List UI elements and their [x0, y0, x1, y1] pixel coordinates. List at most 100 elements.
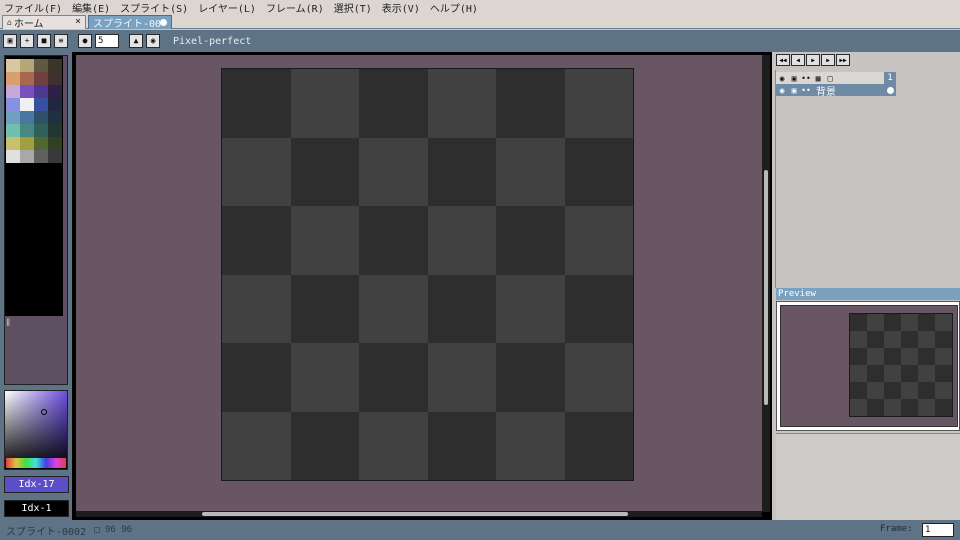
checker-cell	[496, 343, 565, 412]
ink-icon[interactable]: ▲	[129, 34, 143, 48]
palette-swatch[interactable]	[20, 59, 34, 72]
menu-select[interactable]: 選択(T)	[334, 0, 372, 15]
palette-swatch[interactable]	[34, 111, 48, 124]
palette-swatch[interactable]	[48, 59, 62, 72]
palette-swatch[interactable]	[48, 124, 62, 137]
menu-frame[interactable]: フレーム(R)	[266, 0, 324, 15]
cel-indicator[interactable]	[884, 84, 896, 96]
checker-cell	[918, 331, 935, 348]
checker-cell	[222, 411, 291, 480]
color-picker[interactable]	[4, 390, 68, 470]
palette-swatch[interactable]	[6, 85, 20, 98]
continuous-icon[interactable]: ••	[800, 84, 812, 96]
checker-cell	[290, 274, 359, 343]
lock-icon[interactable]: ▣	[3, 34, 17, 48]
layers-list: ◉ ▣ •• ▦ □ 1 ◉ ▣ •• 背景	[775, 70, 960, 288]
palette-swatch[interactable]	[48, 137, 62, 150]
play-icon[interactable]: ▶	[806, 54, 820, 66]
continuous-icon[interactable]: ••	[800, 72, 812, 84]
left-panel: ‖ Idx-17 Idx-1	[0, 52, 72, 520]
brush-size-input[interactable]: 5	[95, 34, 119, 48]
menu-sprite[interactable]: スプライト(S)	[120, 0, 188, 15]
previous-frame-icon[interactable]: ◀	[791, 54, 805, 66]
sprite-canvas[interactable]	[221, 68, 634, 481]
checker-cell	[222, 206, 291, 275]
palette-swatch[interactable]	[20, 72, 34, 85]
palette-swatch[interactable]	[48, 85, 62, 98]
copy-icon[interactable]: ■	[37, 34, 51, 48]
palette-resize-handle[interactable]: ‖	[6, 318, 12, 326]
add-icon[interactable]: +	[20, 34, 34, 48]
frame-number-header[interactable]: 1	[884, 72, 896, 84]
vertical-scrollbar[interactable]	[762, 55, 770, 512]
palette-swatch[interactable]	[20, 85, 34, 98]
palette-swatch[interactable]	[6, 59, 20, 72]
eye-icon[interactable]: ◉	[776, 72, 788, 84]
palette-swatch[interactable]	[34, 59, 48, 72]
lock-icon[interactable]: ▣	[788, 84, 800, 96]
vertical-scroll-thumb[interactable]	[764, 170, 768, 405]
frame-controls: ◀◀ ◀ ▶ ▶ ▶▶	[776, 54, 850, 66]
last-frame-icon[interactable]: ▶▶	[836, 54, 850, 66]
canvas-editor[interactable]	[76, 55, 762, 512]
checker-cell	[850, 399, 867, 416]
palette-swatch[interactable]	[34, 85, 48, 98]
menu-help[interactable]: ヘルプ(H)	[430, 0, 478, 15]
checker-cell	[359, 343, 428, 412]
foreground-color-button[interactable]: Idx-17	[4, 476, 69, 493]
checker-cell	[564, 206, 633, 275]
checker-cell	[496, 137, 565, 206]
checker-cell	[359, 411, 428, 480]
horizontal-scrollbar[interactable]	[76, 511, 762, 517]
close-icon[interactable]: ×	[75, 16, 81, 27]
palette-swatch[interactable]	[34, 98, 48, 111]
palette-swatch[interactable]	[6, 137, 20, 150]
palette-swatch[interactable]	[48, 150, 62, 163]
checker-cell	[290, 69, 359, 138]
palette-swatch[interactable]	[6, 124, 20, 137]
tab-home[interactable]: ⌂ ホーム ×	[2, 15, 86, 29]
hue-slider[interactable]	[6, 458, 66, 468]
lock-icon[interactable]: ▣	[788, 72, 800, 84]
horizontal-scroll-thumb[interactable]	[202, 512, 628, 516]
tab-home-label: ホーム	[13, 19, 44, 29]
picker-cursor[interactable]	[41, 409, 47, 415]
menu-edit[interactable]: 編集(E)	[72, 0, 110, 15]
menu-bar: ファイル(F) 編集(E) スプライト(S) レイヤー(L) フレーム(R) 選…	[0, 0, 960, 15]
palette-swatch[interactable]	[6, 111, 20, 124]
palette-swatch[interactable]	[6, 72, 20, 85]
checker-cell	[222, 343, 291, 412]
palette-swatch[interactable]	[20, 137, 34, 150]
palette-swatch[interactable]	[6, 150, 20, 163]
palette-swatch[interactable]	[20, 111, 34, 124]
frame-input[interactable]: 1	[922, 523, 954, 537]
palette-swatch[interactable]	[6, 98, 20, 111]
menu-view[interactable]: 表示(V)	[382, 0, 420, 15]
pixel-perfect-toggle[interactable]: Pixel-perfect	[173, 36, 251, 47]
palette-swatch[interactable]	[20, 98, 34, 111]
brush-shape-circle-icon[interactable]: ●	[78, 34, 92, 48]
palette-swatch[interactable]	[34, 124, 48, 137]
palette-swatch[interactable]	[48, 98, 62, 111]
menu-icon[interactable]: ≡	[54, 34, 68, 48]
menu-layer[interactable]: レイヤー(L)	[198, 0, 256, 15]
next-frame-icon[interactable]: ▶	[821, 54, 835, 66]
palette-swatch[interactable]	[20, 150, 34, 163]
first-frame-icon[interactable]: ◀◀	[776, 54, 790, 66]
palette-swatch[interactable]	[48, 111, 62, 124]
palette-swatch[interactable]	[20, 124, 34, 137]
background-color-button[interactable]: Idx-1	[4, 500, 69, 517]
pressure-icon[interactable]: ◉	[146, 34, 160, 48]
preview-canvas[interactable]	[780, 305, 958, 427]
tab-sprite[interactable]: スプライト-00	[88, 15, 172, 29]
palette-swatch[interactable]	[34, 72, 48, 85]
checker-cell	[850, 314, 867, 331]
checker-cell	[290, 343, 359, 412]
palette-swatch[interactable]	[34, 150, 48, 163]
menu-file[interactable]: ファイル(F)	[4, 0, 62, 15]
checker-cell	[359, 137, 428, 206]
eye-icon[interactable]: ◉	[776, 84, 788, 96]
palette-swatch[interactable]	[48, 72, 62, 85]
palette-swatch[interactable]	[34, 137, 48, 150]
layer-row-background[interactable]: ◉ ▣ •• 背景	[776, 84, 896, 98]
